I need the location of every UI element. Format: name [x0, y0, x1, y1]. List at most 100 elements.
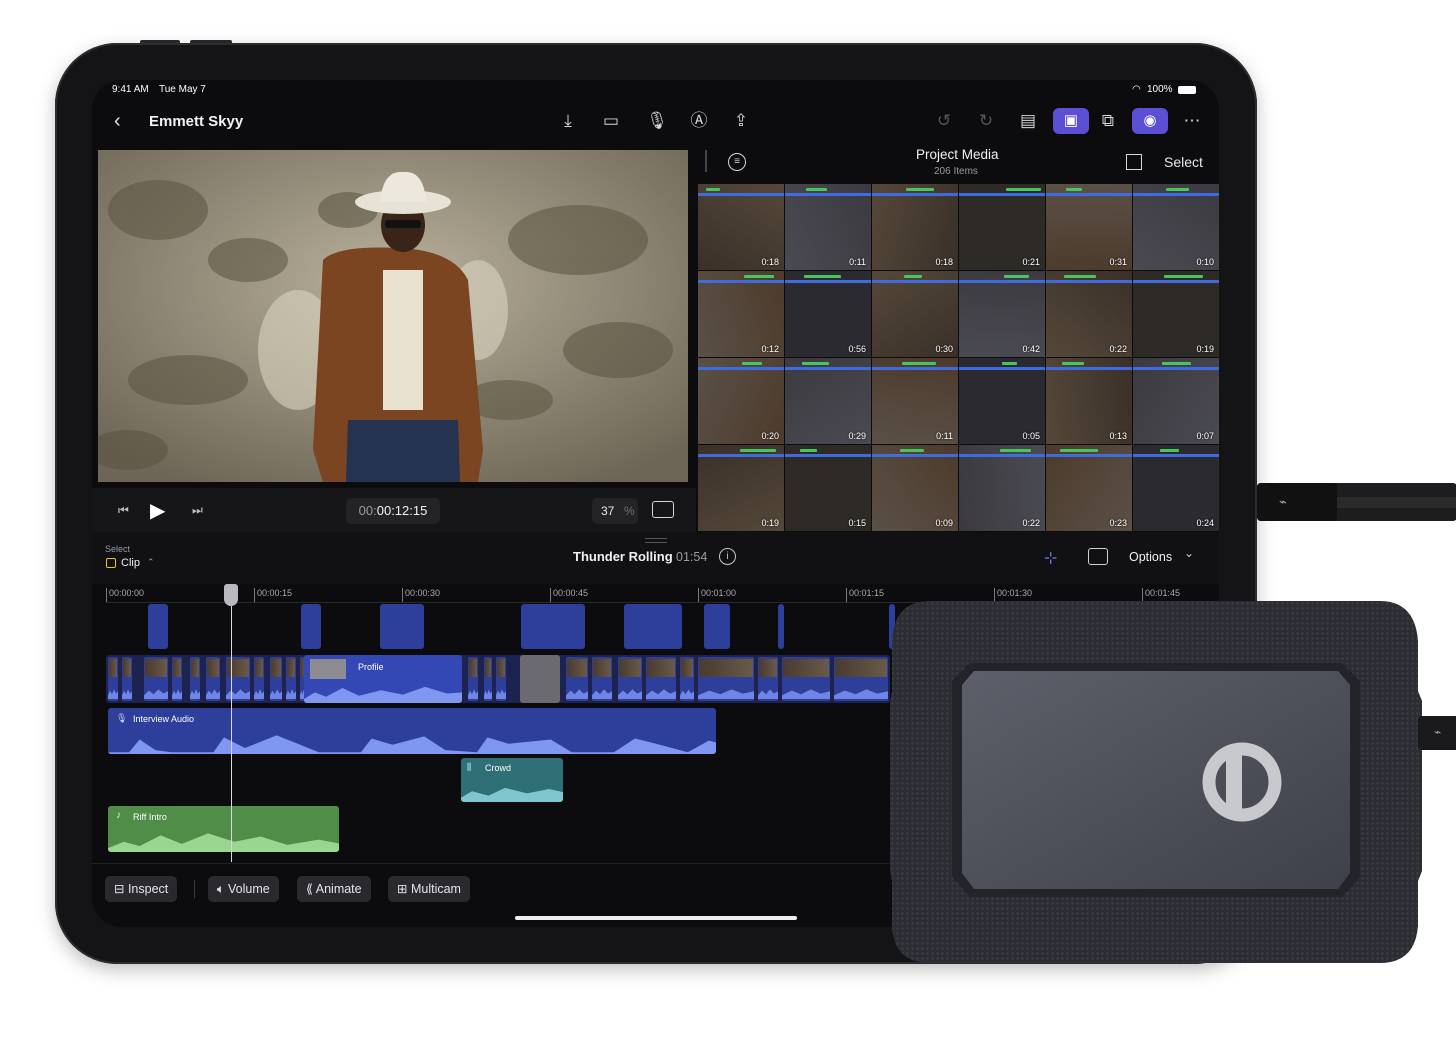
volume-button[interactable]: 🔈︎ Volume	[208, 876, 279, 902]
timeline-drag-handle[interactable]	[645, 538, 667, 543]
storyline-clip[interactable]	[592, 657, 612, 701]
playhead[interactable]	[231, 586, 232, 862]
storyline-clip[interactable]	[834, 657, 888, 701]
storyline-clip[interactable]	[758, 657, 778, 701]
browser-select-button[interactable]: Select	[1164, 154, 1203, 170]
storyline-clip[interactable]	[566, 657, 588, 701]
media-thumbnail[interactable]: 0:12	[698, 271, 784, 357]
connected-clip[interactable]	[704, 604, 730, 649]
media-thumbnail[interactable]: 0:05	[959, 358, 1045, 444]
crowd-audio-clip[interactable]: ⫼ Crowd	[461, 758, 563, 802]
storyline-clip[interactable]	[226, 657, 250, 701]
media-thumbnail[interactable]: 0:30	[872, 271, 958, 357]
chevron-down-icon[interactable]: ⌄	[1184, 546, 1194, 560]
undo-icon[interactable]: ↺	[932, 110, 956, 132]
filter-icon[interactable]: ≡	[728, 153, 746, 171]
media-thumbnail[interactable]: 0:21	[959, 184, 1045, 270]
media-thumbnail[interactable]: 0:11	[872, 358, 958, 444]
photos-browser-icon[interactable]: ▣	[1053, 108, 1089, 134]
import-icon[interactable]: ⤓	[556, 110, 580, 132]
snapping-icon[interactable]: ⊹	[1044, 548, 1057, 568]
interview-audio-clip[interactable]: 🎙 Interview Audio	[108, 708, 716, 754]
storyline-clip[interactable]	[782, 657, 830, 701]
storyline-clip[interactable]	[172, 657, 182, 701]
storyline-clip[interactable]	[496, 657, 506, 701]
redo-icon[interactable]: ↻	[974, 110, 998, 132]
gap-clip[interactable]	[520, 655, 560, 703]
storyline-clip[interactable]	[254, 657, 264, 701]
pencil-circle-icon[interactable]: Ⓐ	[687, 110, 711, 132]
media-thumbnail[interactable]: 0:10	[1133, 184, 1219, 270]
media-thumbnail[interactable]: 0:56	[785, 271, 871, 357]
home-indicator[interactable]	[515, 916, 797, 920]
storyline-clip[interactable]	[698, 657, 754, 701]
storyline-clip[interactable]	[206, 657, 220, 701]
media-thumbnail[interactable]: 0:18	[698, 184, 784, 270]
effects-icon[interactable]: ⧉	[1096, 110, 1120, 132]
clip-mode-selector[interactable]: Clip	[121, 557, 140, 569]
media-thumbnail[interactable]: 0:23	[1046, 445, 1132, 531]
connected-clip[interactable]	[521, 604, 585, 649]
inspect-button[interactable]: ⊟ Inspect	[105, 876, 178, 902]
clip-skimming-icon[interactable]	[1088, 548, 1108, 565]
connected-clip[interactable]	[380, 604, 424, 649]
media-thumbnail[interactable]: 0:31	[1046, 184, 1132, 270]
inspector-panel-icon[interactable]: ▤	[1016, 110, 1040, 132]
panel-resize-handle[interactable]	[705, 150, 707, 172]
playhead-handle[interactable]	[224, 584, 238, 606]
animate-button[interactable]: ⟪ Animate	[297, 876, 371, 902]
storyline-clip[interactable]	[484, 657, 492, 701]
storyline-clip[interactable]	[144, 657, 168, 701]
storyline-clip[interactable]	[190, 657, 200, 701]
skip-forward-icon[interactable]: ⏭	[192, 503, 203, 518]
timecode-display[interactable]: 00:00:12:15	[346, 498, 440, 524]
camera-icon[interactable]: ▭	[599, 110, 623, 132]
media-thumbnail[interactable]: 0:24	[1133, 445, 1219, 531]
media-thumbnail[interactable]: 0:11	[785, 184, 871, 270]
timeline-tracks[interactable]: Profile 🎙 Interview Audio ⫼ Crowd ♪ Riff…	[92, 584, 895, 862]
media-thumbnail[interactable]: 0:07	[1133, 358, 1219, 444]
connected-clip[interactable]	[624, 604, 682, 649]
primary-storyline[interactable]	[106, 655, 890, 703]
media-thumbnail[interactable]: 0:22	[959, 445, 1045, 531]
media-thumbnail[interactable]: 0:20	[698, 358, 784, 444]
more-ellipsis-icon[interactable]: ⋯	[1180, 110, 1204, 132]
storyline-clip[interactable]	[468, 657, 478, 701]
zoom-field[interactable]: 37 %	[592, 498, 638, 524]
clip-thumbnail	[497, 659, 505, 677]
chevron-updown-icon[interactable]: ⌃	[147, 557, 155, 568]
voiceover-shield-icon[interactable]: ◉	[1132, 108, 1168, 134]
storyline-clip[interactable]	[680, 657, 694, 701]
storyline-clip[interactable]	[618, 657, 642, 701]
info-icon[interactable]: i	[719, 548, 736, 565]
media-thumbnail[interactable]: 0:22	[1046, 271, 1132, 357]
media-thumbnail[interactable]: 0:18	[872, 184, 958, 270]
play-icon[interactable]: ▶	[150, 498, 165, 523]
skip-back-icon[interactable]: ⏮	[118, 503, 129, 518]
media-thumbnail[interactable]: 0:15	[785, 445, 871, 531]
riff-intro-music-clip[interactable]: ♪ Riff Intro	[108, 806, 339, 852]
connected-clip[interactable]	[778, 604, 784, 649]
chevron-left-icon[interactable]: ‹	[114, 110, 121, 133]
media-thumbnail[interactable]: 0:42	[959, 271, 1045, 357]
media-thumbnail[interactable]: 0:13	[1046, 358, 1132, 444]
connected-clip[interactable]	[301, 604, 321, 649]
multicam-button[interactable]: ⊞ Multicam	[388, 876, 470, 902]
media-thumbnail[interactable]: 0:19	[698, 445, 784, 531]
viewer-layout-icon[interactable]	[652, 501, 674, 518]
storyline-clip[interactable]	[646, 657, 676, 701]
storyline-clip[interactable]	[122, 657, 132, 701]
media-thumbnail[interactable]: 0:09	[872, 445, 958, 531]
grid-view-icon[interactable]	[1126, 154, 1142, 170]
video-viewer[interactable]	[98, 150, 688, 482]
options-menu[interactable]: Options	[1129, 550, 1172, 564]
media-thumbnail[interactable]: 0:19	[1133, 271, 1219, 357]
storyline-clip[interactable]	[270, 657, 282, 701]
media-thumbnail[interactable]: 0:29	[785, 358, 871, 444]
storyline-clip[interactable]	[108, 657, 118, 701]
storyline-clip[interactable]	[286, 657, 296, 701]
share-icon[interactable]: ⇪	[729, 110, 753, 132]
connected-clip[interactable]	[148, 604, 168, 649]
microphone-icon[interactable]: 🎙	[645, 110, 669, 132]
profile-clip[interactable]: Profile	[304, 655, 462, 703]
